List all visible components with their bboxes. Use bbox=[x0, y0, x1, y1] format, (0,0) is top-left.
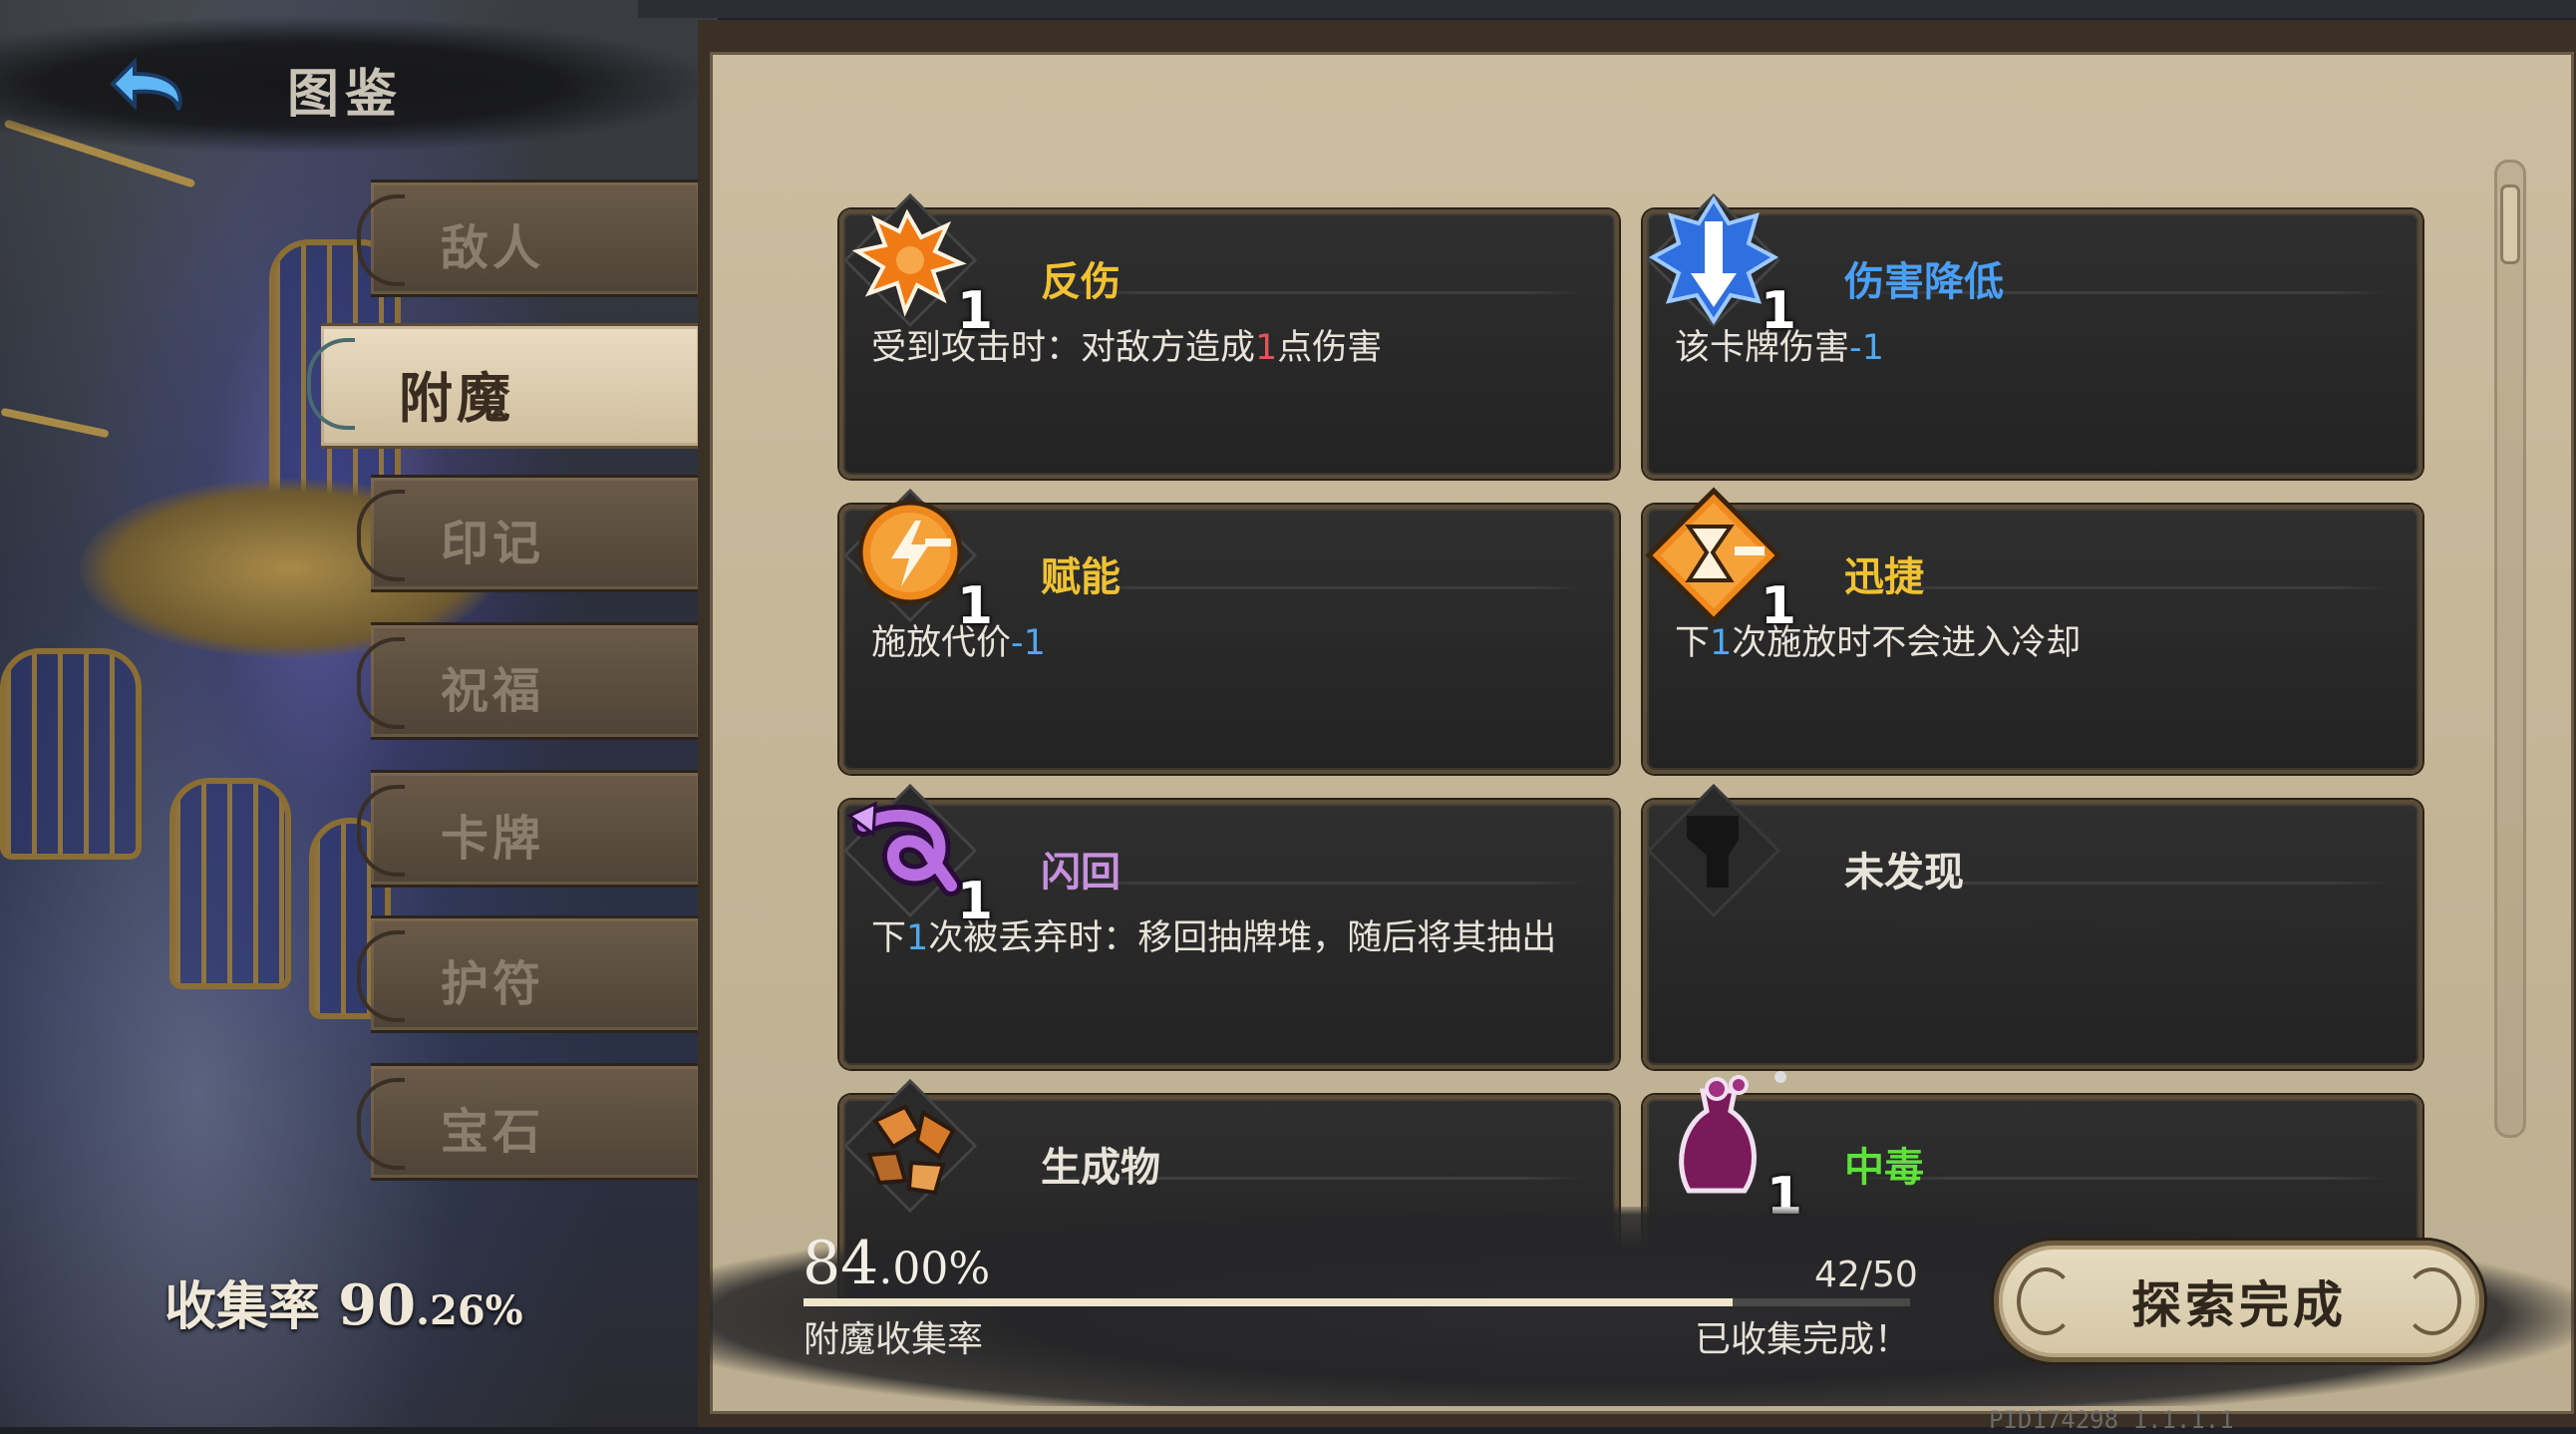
desc-text: 次被丢弃时：移回抽牌堆，随后将其抽出 bbox=[928, 918, 1557, 958]
collection-status: 已收集完成！ bbox=[1695, 1319, 1911, 1360]
entry-name: 闪回 bbox=[1041, 850, 1121, 896]
total-collection-label: 收集率 bbox=[164, 1276, 321, 1337]
top-frame bbox=[638, 0, 2576, 18]
collected-count: 42/50 bbox=[1814, 1255, 1918, 1295]
entry-level: 1 bbox=[956, 281, 993, 341]
curl-decor bbox=[2404, 1267, 2461, 1335]
back-button[interactable] bbox=[100, 50, 209, 130]
sparkle-dot bbox=[1774, 1071, 1786, 1083]
poison-flask-icon: 1 bbox=[1645, 1071, 1802, 1227]
desc-text: 点伤害 bbox=[1277, 328, 1383, 368]
tab-cards[interactable]: 卡牌 bbox=[357, 770, 703, 888]
unknown-silhouette-icon bbox=[1639, 776, 1788, 925]
thorns-burst-icon: 1 bbox=[835, 185, 993, 341]
tab-label: 印记 bbox=[441, 516, 545, 571]
tab-label: 敌人 bbox=[441, 220, 545, 276]
total-collection-int: 90 bbox=[338, 1272, 417, 1338]
entry-level: 1 bbox=[956, 576, 993, 636]
entry-name: 迅捷 bbox=[1844, 554, 1924, 600]
entry-name: 反伤 bbox=[1041, 259, 1121, 305]
build-id: PID174298 1.1.1.1 bbox=[1989, 1406, 2234, 1434]
tab-label: 宝石 bbox=[441, 1104, 545, 1160]
rail-decor bbox=[0, 407, 110, 439]
loop-arrow-icon: 1 bbox=[835, 776, 993, 931]
tab-label: 附魔 bbox=[399, 366, 514, 430]
entry-level: 1 bbox=[1760, 576, 1796, 636]
entry-level: 1 bbox=[956, 872, 993, 931]
lightning-orb-icon: 1 bbox=[835, 481, 993, 636]
tab-label: 护符 bbox=[441, 956, 545, 1012]
tab-label: 祝福 bbox=[441, 663, 545, 719]
collection-progress-bar bbox=[804, 1298, 1910, 1306]
enchant-collection-rate: 84.00% bbox=[803, 1229, 990, 1298]
entry-name: 中毒 bbox=[1844, 1145, 1924, 1191]
entry-level: 1 bbox=[1760, 281, 1796, 341]
tab-blessings[interactable]: 祝福 bbox=[357, 622, 703, 740]
list-scrollbar[interactable] bbox=[2494, 160, 2526, 1138]
entry-name: 未发现 bbox=[1844, 850, 1964, 896]
entry-name: 伤害降低 bbox=[1844, 259, 2004, 305]
rate-dec: .00% bbox=[878, 1244, 991, 1294]
bird-cage bbox=[169, 778, 291, 989]
entry-name: 赋能 bbox=[1041, 554, 1121, 600]
rate-label: 附魔收集率 bbox=[804, 1319, 984, 1360]
back-arrow-icon bbox=[110, 57, 182, 111]
tab-label: 卡牌 bbox=[441, 811, 545, 867]
entry-name: 生成物 bbox=[1041, 1145, 1160, 1191]
damage-down-icon: 1 bbox=[1639, 185, 1796, 341]
total-collection-rate: 收集率 90.26% bbox=[164, 1264, 523, 1339]
explore-complete-button[interactable]: 探索完成 bbox=[1994, 1241, 2484, 1362]
button-label: 探索完成 bbox=[2131, 1275, 2347, 1334]
tab-enchantments[interactable]: 附魔 bbox=[307, 323, 703, 449]
desc-value: -1 bbox=[1011, 623, 1046, 663]
bird-cage bbox=[0, 648, 142, 860]
total-collection-dec: .26% bbox=[416, 1287, 523, 1334]
rate-int: 84 bbox=[803, 1229, 879, 1298]
desc-value: -1 bbox=[1849, 328, 1884, 368]
curl-decor bbox=[2017, 1267, 2075, 1335]
tab-enemies[interactable]: 敌人 bbox=[357, 179, 703, 297]
tab-gems[interactable]: 宝石 bbox=[357, 1063, 703, 1181]
desc-value: 1 bbox=[1255, 328, 1278, 368]
page-title: 图鉴 bbox=[287, 64, 404, 125]
tab-marks[interactable]: 印记 bbox=[357, 475, 703, 592]
tab-charms[interactable]: 护符 bbox=[357, 915, 703, 1033]
scroll-thumb[interactable] bbox=[2500, 184, 2520, 264]
collection-progress-fill bbox=[804, 1298, 1734, 1306]
rock-chunks-icon bbox=[835, 1071, 985, 1221]
hourglass-icon: 1 bbox=[1639, 481, 1796, 636]
